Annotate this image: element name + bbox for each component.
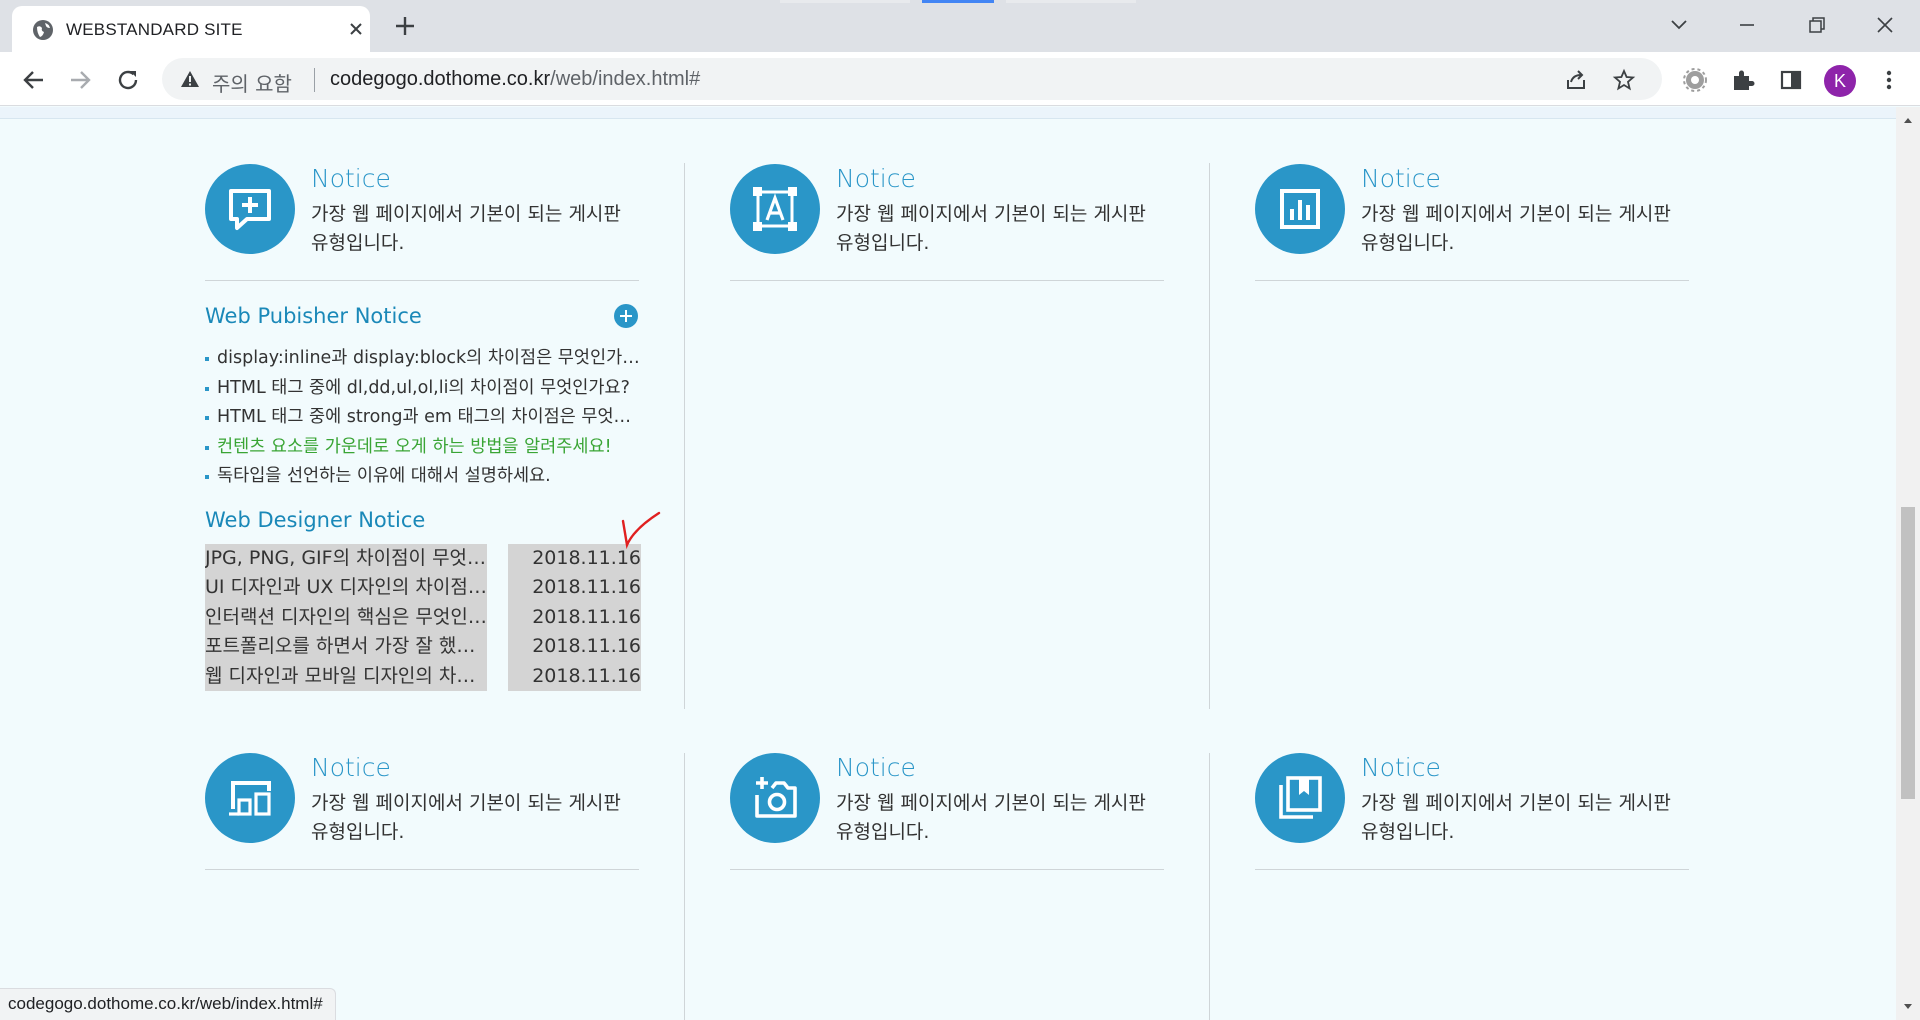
scroll-up-icon[interactable] xyxy=(1903,115,1913,125)
list-item[interactable]: HTML 태그 중에 strong과 em 태그의 차이점은 무엇인가요? xyxy=(205,403,641,433)
scrollbar-thumb[interactable] xyxy=(1901,507,1915,799)
column-divider xyxy=(1209,163,1210,709)
card-divider xyxy=(1255,280,1689,281)
address-bar[interactable]: 주의 요함 codegogo.dothome.co.kr/web/index.h… xyxy=(162,58,1662,100)
card-divider xyxy=(1255,869,1689,870)
designer-notice-date: 2018.11.16 xyxy=(508,573,641,603)
list-item: UI 디자인과 UX 디자인의 차이점은? 2018.11.16 xyxy=(205,573,641,603)
card-icon-badge[interactable] xyxy=(1255,164,1345,254)
designer-notice-link[interactable]: 포트폴리오를 하면서 가장 잘 했던 작업은? xyxy=(205,632,487,662)
warning-triangle-icon[interactable] xyxy=(180,69,200,89)
bookmarks-icon xyxy=(1279,776,1322,819)
star-icon[interactable] xyxy=(1612,68,1636,92)
tab-strip-hint-active xyxy=(922,0,994,3)
card-icon-badge[interactable] xyxy=(730,164,820,254)
card-title[interactable]: Notice xyxy=(311,753,391,782)
publisher-notice-title[interactable]: Web Pubisher Notice xyxy=(205,304,422,328)
designer-notice-date: 2018.11.16 xyxy=(508,661,641,691)
back-arrow-icon[interactable] xyxy=(20,66,48,94)
text-frame-icon xyxy=(753,187,797,231)
new-tab-plus-icon[interactable] xyxy=(392,13,418,39)
tab-title: WEBSTANDARD SITE xyxy=(66,20,243,39)
minimize-icon[interactable] xyxy=(1732,10,1762,40)
card-title[interactable]: Notice xyxy=(1361,753,1441,782)
list-item: 포트폴리오를 하면서 가장 잘 했던 작업은? 2018.11.16 xyxy=(205,632,641,662)
card-description: 가장 웹 페이지에서 기본이 되는 게시판 유형입니다. xyxy=(1361,792,1671,843)
card-divider xyxy=(730,869,1164,870)
card-description: 가장 웹 페이지에서 기본이 되는 게시판 유형입니다. xyxy=(836,792,1146,843)
list-item[interactable]: HTML 태그 중에 dl,dd,ul,ol,li의 차이점이 무엇인가요? xyxy=(205,374,641,404)
page-top-strip xyxy=(0,107,1896,119)
more-plus-icon[interactable] xyxy=(614,304,638,328)
card-divider xyxy=(730,280,1164,281)
designer-notice-link[interactable]: JPG, PNG, GIF의 차이점이 무엇인가요? xyxy=(205,544,487,574)
card-title[interactable]: Notice xyxy=(311,164,391,193)
card-description: 가장 웹 페이지에서 기본이 되는 게시판 유형입니다. xyxy=(311,792,621,843)
close-icon[interactable] xyxy=(346,19,366,39)
list-item: 웹 디자인과 모바일 디자인의 차이점은? 2018.11.16 xyxy=(205,661,641,691)
card-divider xyxy=(205,280,639,281)
restore-icon[interactable] xyxy=(1802,10,1832,40)
browser-toolbar: 주의 요함 codegogo.dothome.co.kr/web/index.h… xyxy=(0,52,1920,106)
omnibox-separator xyxy=(314,68,315,92)
publisher-notice-list: display:inline과 display:block의 차이점은 무엇인가… xyxy=(205,344,641,492)
list-item[interactable]: display:inline과 display:block의 차이점은 무엇인가… xyxy=(205,344,641,374)
card-description: 가장 웹 페이지에서 기본이 되는 게시판 유형입니다. xyxy=(1361,203,1671,254)
designer-notice-link[interactable]: 웹 디자인과 모바일 디자인의 차이점은? xyxy=(205,661,487,691)
url-host: codegogo.dothome.co.kr xyxy=(330,68,551,90)
chevron-down-icon[interactable] xyxy=(1664,10,1694,40)
url-path: /web/index.html# xyxy=(550,68,701,90)
card-icon-badge[interactable] xyxy=(730,753,820,843)
comment-add-icon xyxy=(229,189,271,230)
tab-bar: WEBSTANDARD SITE xyxy=(0,0,1920,52)
card-icon-badge[interactable] xyxy=(205,164,295,254)
list-item[interactable]: 컨텐츠 요소를 가운데로 오게 하는 방법을 알려주세요! xyxy=(205,433,641,463)
designer-notice-link[interactable]: UI 디자인과 UX 디자인의 차이점은? xyxy=(205,573,487,603)
list-item: JPG, PNG, GIF의 차이점이 무엇인가요? 2018.11.16 xyxy=(205,544,641,574)
url-text[interactable]: codegogo.dothome.co.kr/web/index.html# xyxy=(330,68,700,91)
security-warning-label[interactable]: 주의 요함 xyxy=(212,68,292,97)
side-panel-icon[interactable] xyxy=(1778,67,1804,93)
card-title[interactable]: Notice xyxy=(836,164,916,193)
scroll-down-icon[interactable] xyxy=(1903,1002,1913,1012)
vertical-scrollbar[interactable] xyxy=(1896,107,1920,1020)
card-divider xyxy=(205,869,639,870)
share-icon[interactable] xyxy=(1564,68,1588,92)
designer-notice-list: JPG, PNG, GIF의 차이점이 무엇인가요? 2018.11.16 UI… xyxy=(205,544,641,691)
card-title[interactable]: Notice xyxy=(836,753,916,782)
designer-notice-link[interactable]: 인터랙션 디자인의 핵심은 무엇인가요? xyxy=(205,602,487,633)
card-icon-badge[interactable] xyxy=(1255,753,1345,843)
page-viewport: Notice 가장 웹 페이지에서 기본이 되는 게시판 유형입니다. Noti… xyxy=(0,107,1896,1020)
card-description: 가장 웹 페이지에서 기본이 되는 게시판 유형입니다. xyxy=(836,203,1146,254)
devices-icon xyxy=(229,781,271,816)
list-item[interactable]: 독타입을 선언하는 이유에 대해서 설명하세요. xyxy=(205,462,641,492)
kebab-menu-icon[interactable] xyxy=(1876,67,1902,93)
column-divider xyxy=(684,753,685,1020)
status-url-bubble: codegogo.dothome.co.kr/web/index.html# xyxy=(0,988,336,1020)
profile-avatar[interactable]: K xyxy=(1824,65,1856,97)
list-item: 인터랙션 디자인의 핵심은 무엇인가요? 2018.11.16 xyxy=(205,602,641,633)
tab-strip-hint xyxy=(780,0,910,3)
globe-icon xyxy=(33,20,53,40)
designer-notice-title[interactable]: Web Designer Notice xyxy=(205,508,425,532)
designer-notice-date: 2018.11.16 xyxy=(508,602,641,633)
card-title[interactable]: Notice xyxy=(1361,164,1441,193)
designer-notice-date: 2018.11.16 xyxy=(508,632,641,662)
add-camera-icon xyxy=(755,777,797,818)
extensions-puzzle-icon[interactable] xyxy=(1730,67,1756,93)
card-icon-badge[interactable] xyxy=(205,753,295,843)
tab-strip-hint xyxy=(1006,0,1136,3)
bar-chart-icon xyxy=(1280,189,1320,229)
extension-gear-icon[interactable] xyxy=(1682,67,1708,93)
window-close-icon[interactable] xyxy=(1870,10,1900,40)
red-checkmark-annotation xyxy=(621,511,661,549)
reload-icon[interactable] xyxy=(114,66,142,94)
column-divider xyxy=(1209,753,1210,1020)
forward-arrow-icon[interactable] xyxy=(66,66,94,94)
card-description: 가장 웹 페이지에서 기본이 되는 게시판 유형입니다. xyxy=(311,203,621,254)
active-tab[interactable]: WEBSTANDARD SITE xyxy=(12,6,370,52)
column-divider xyxy=(684,163,685,709)
